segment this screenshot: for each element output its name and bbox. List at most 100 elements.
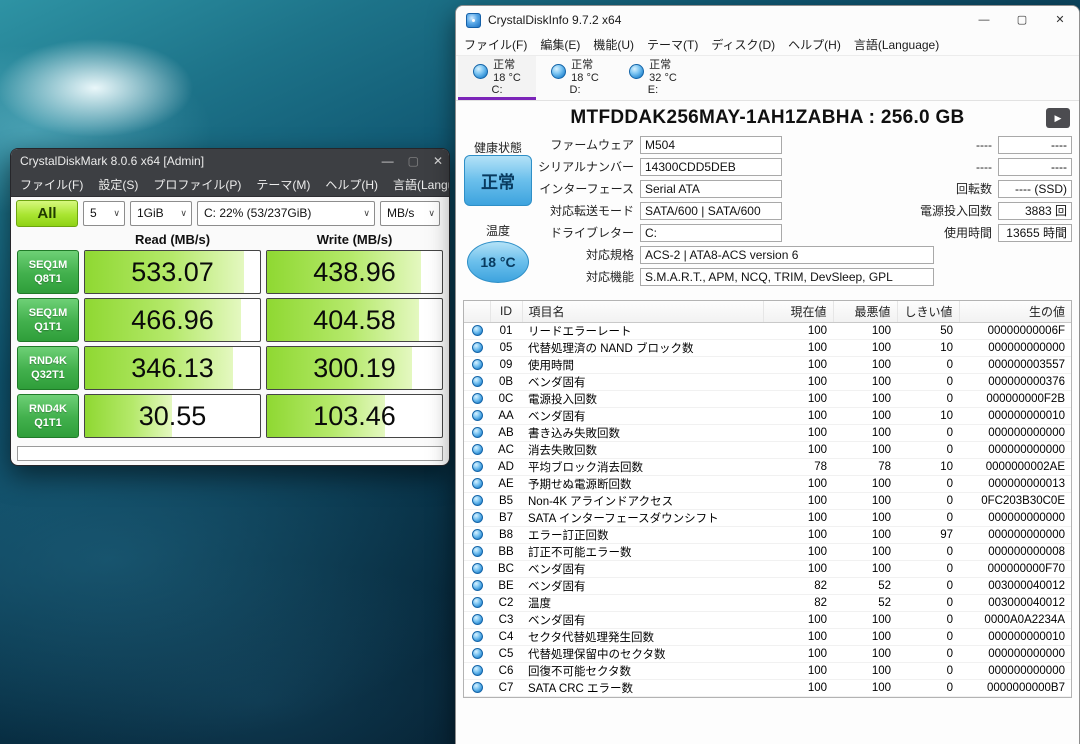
smart-attr-name: 電源投入回数 — [522, 390, 763, 407]
smart-worst-value: 100 — [833, 441, 897, 458]
cdm-menu-item-1[interactable]: 設定(S) — [98, 176, 138, 193]
disk-tab-d[interactable]: 正常18 °CD: — [536, 56, 614, 100]
maximize-icon[interactable]: ▢ — [408, 155, 419, 167]
cdm-comment-input[interactable] — [17, 446, 443, 461]
smart-current-value: 100 — [763, 492, 833, 509]
write-result-value: 300.19 — [267, 347, 442, 389]
status-good-icon — [472, 325, 483, 336]
smart-threshold-value: 0 — [897, 594, 959, 611]
smart-attr-name: ベンダ固有 — [522, 560, 763, 577]
close-icon[interactable]: ✕ — [433, 155, 443, 167]
smart-threshold-value: 0 — [897, 645, 959, 662]
minimize-icon[interactable]: — — [382, 155, 394, 167]
cdm-test-size-select[interactable]: 1GiB ∨ — [130, 201, 192, 226]
cdi-menu-item-6[interactable]: 言語(Language) — [854, 36, 939, 53]
cdi-menu-item-1[interactable]: 編集(E) — [540, 36, 580, 53]
smart-row: B5Non-4K アラインドアクセス10010000FC203B30C0E — [464, 492, 1071, 509]
cdi-menu-item-3[interactable]: テーマ(T) — [647, 36, 698, 53]
cdm-menu-item-3[interactable]: テーマ(M) — [256, 176, 310, 193]
cdm-window-title: CrystalDiskMark 8.0.6 x64 [Admin] — [20, 154, 382, 168]
smart-column-header[interactable]: 最悪値 — [833, 301, 897, 322]
smart-raw-value: 003000040012 — [959, 594, 1071, 611]
cdi-window-title: CrystalDiskInfo 9.7.2 x64 — [488, 13, 965, 27]
test-queue-label: Q1T1 — [34, 320, 62, 334]
smart-row: C4セクタ代替処理発生回数1001000000000000010 — [464, 628, 1071, 645]
cdi-menu-item-2[interactable]: 機能(U) — [593, 36, 634, 53]
cdm-menubar: ファイル(F) 設定(S) プロファイル(P) テーマ(M) ヘルプ(H) 言語(Lang… — [11, 173, 449, 197]
next-disk-button[interactable]: ▶ — [1046, 108, 1070, 128]
cdm-titlebar[interactable]: CrystalDiskMark 8.0.6 x64 [Admin] — ▢ ✕ — [11, 149, 449, 173]
info-label: 使用時間 — [812, 224, 992, 242]
write-result-value: 103.46 — [267, 395, 442, 437]
smart-threshold-value: 97 — [897, 526, 959, 543]
test-mode-label: RND4K — [29, 402, 67, 416]
cdi-menubar: ファイル(F) 編集(E) 機能(U) テーマ(T) ディスク(D) ヘルプ(H) 言語(L… — [456, 34, 1079, 56]
info-value: C: — [640, 224, 782, 242]
cdm-test-button-seq1m-q1t1[interactable]: SEQ1MQ1T1 — [17, 298, 79, 342]
smart-attr-name: 代替処理保留中のセクタ数 — [522, 645, 763, 662]
disk-tab-c[interactable]: 正常18 °CC: — [458, 56, 536, 100]
smart-attr-name: SATA CRC エラー数 — [522, 679, 763, 696]
drive-model-bar: MTFDDAK256MAY-1AH1ZABHA : 256.0 GB ▶ — [456, 101, 1079, 134]
cdm-pass-count-select[interactable]: 5 ∨ — [83, 201, 125, 226]
smart-status-cell — [464, 662, 490, 679]
cdm-menu-item-5[interactable]: 言語(Language) — [393, 176, 450, 193]
smart-id: 01 — [490, 322, 522, 339]
smart-current-value: 100 — [763, 475, 833, 492]
maximize-icon[interactable]: ▢ — [1003, 6, 1041, 34]
smart-current-value: 100 — [763, 543, 833, 560]
smart-current-value: 100 — [763, 560, 833, 577]
smart-status-cell — [464, 475, 490, 492]
unit-value: MB/s — [387, 206, 414, 220]
smart-raw-value: 000000000000 — [959, 509, 1071, 526]
smart-row: 0C電源投入回数1001000000000000F2B — [464, 390, 1071, 407]
disk-letter: C: — [492, 84, 503, 97]
info-value: 14300CDD5DEB — [640, 158, 782, 176]
info-value: Serial ATA — [640, 180, 782, 198]
info-label: ドライブレター — [476, 224, 634, 242]
close-icon[interactable]: ✕ — [1041, 6, 1079, 34]
cdm-read-result-cell: 533.07 — [84, 250, 261, 294]
smart-row: AB書き込み失敗回数1001000000000000000 — [464, 424, 1071, 441]
smart-status-cell — [464, 339, 490, 356]
smart-raw-value: 000000000010 — [959, 628, 1071, 645]
smart-column-header[interactable]: 現在値 — [763, 301, 833, 322]
cdm-unit-select[interactable]: MB/s ∨ — [380, 201, 440, 226]
status-good-icon — [472, 512, 483, 523]
disk-tab-top: 正常18 °C — [551, 59, 599, 84]
smart-threshold-value: 0 — [897, 441, 959, 458]
cdm-menu-item-2[interactable]: プロファイル(P) — [153, 176, 241, 193]
status-good-icon — [472, 342, 483, 353]
smart-column-header[interactable]: 項目名 — [522, 301, 763, 322]
smart-column-header[interactable]: 生の値 — [959, 301, 1071, 322]
info-label: 対応転送モード — [476, 202, 634, 220]
cdm-all-button[interactable]: All — [16, 200, 78, 227]
cdi-menu-item-0[interactable]: ファイル(F) — [464, 36, 527, 53]
cdi-titlebar[interactable]: CrystalDiskInfo 9.7.2 x64 — ▢ ✕ — [456, 6, 1079, 34]
cdm-test-button-rnd4k-q32t1[interactable]: RND4KQ32T1 — [17, 346, 79, 390]
disk-tab-lines: 正常18 °C — [493, 59, 521, 84]
info-value: S.M.A.R.T., APM, NCQ, TRIM, DevSleep, GP… — [640, 268, 934, 286]
minimize-icon[interactable]: — — [965, 6, 1003, 34]
smart-column-header[interactable]: しきい値 — [897, 301, 959, 322]
cdi-menu-item-5[interactable]: ヘルプ(H) — [788, 36, 841, 53]
status-good-icon — [472, 461, 483, 472]
cdm-test-button-rnd4k-q1t1[interactable]: RND4KQ1T1 — [17, 394, 79, 438]
smart-attr-name: 回復不可能セクタ数 — [522, 662, 763, 679]
smart-worst-value: 100 — [833, 322, 897, 339]
cdm-menu-item-0[interactable]: ファイル(F) — [20, 176, 83, 193]
info-value: ---- — [998, 158, 1072, 176]
cdi-menu-item-4[interactable]: ディスク(D) — [711, 36, 775, 53]
smart-id: 0B — [490, 373, 522, 390]
cdm-test-button-seq1m-q8t1[interactable]: SEQ1MQ8T1 — [17, 250, 79, 294]
disk-status-icon — [551, 64, 566, 79]
cdm-menu-item-4[interactable]: ヘルプ(H) — [325, 176, 378, 193]
smart-id: 0C — [490, 390, 522, 407]
smart-threshold-value: 0 — [897, 611, 959, 628]
smart-status-cell — [464, 560, 490, 577]
smart-attr-name: ベンダ固有 — [522, 373, 763, 390]
cdm-target-drive-select[interactable]: C: 22% (53/237GiB) ∨ — [197, 201, 375, 226]
smart-row: C6回復不可能セクタ数1001000000000000000 — [464, 662, 1071, 679]
disk-tab-e[interactable]: 正常32 °CE: — [614, 56, 692, 100]
smart-column-header[interactable]: ID — [490, 301, 522, 322]
